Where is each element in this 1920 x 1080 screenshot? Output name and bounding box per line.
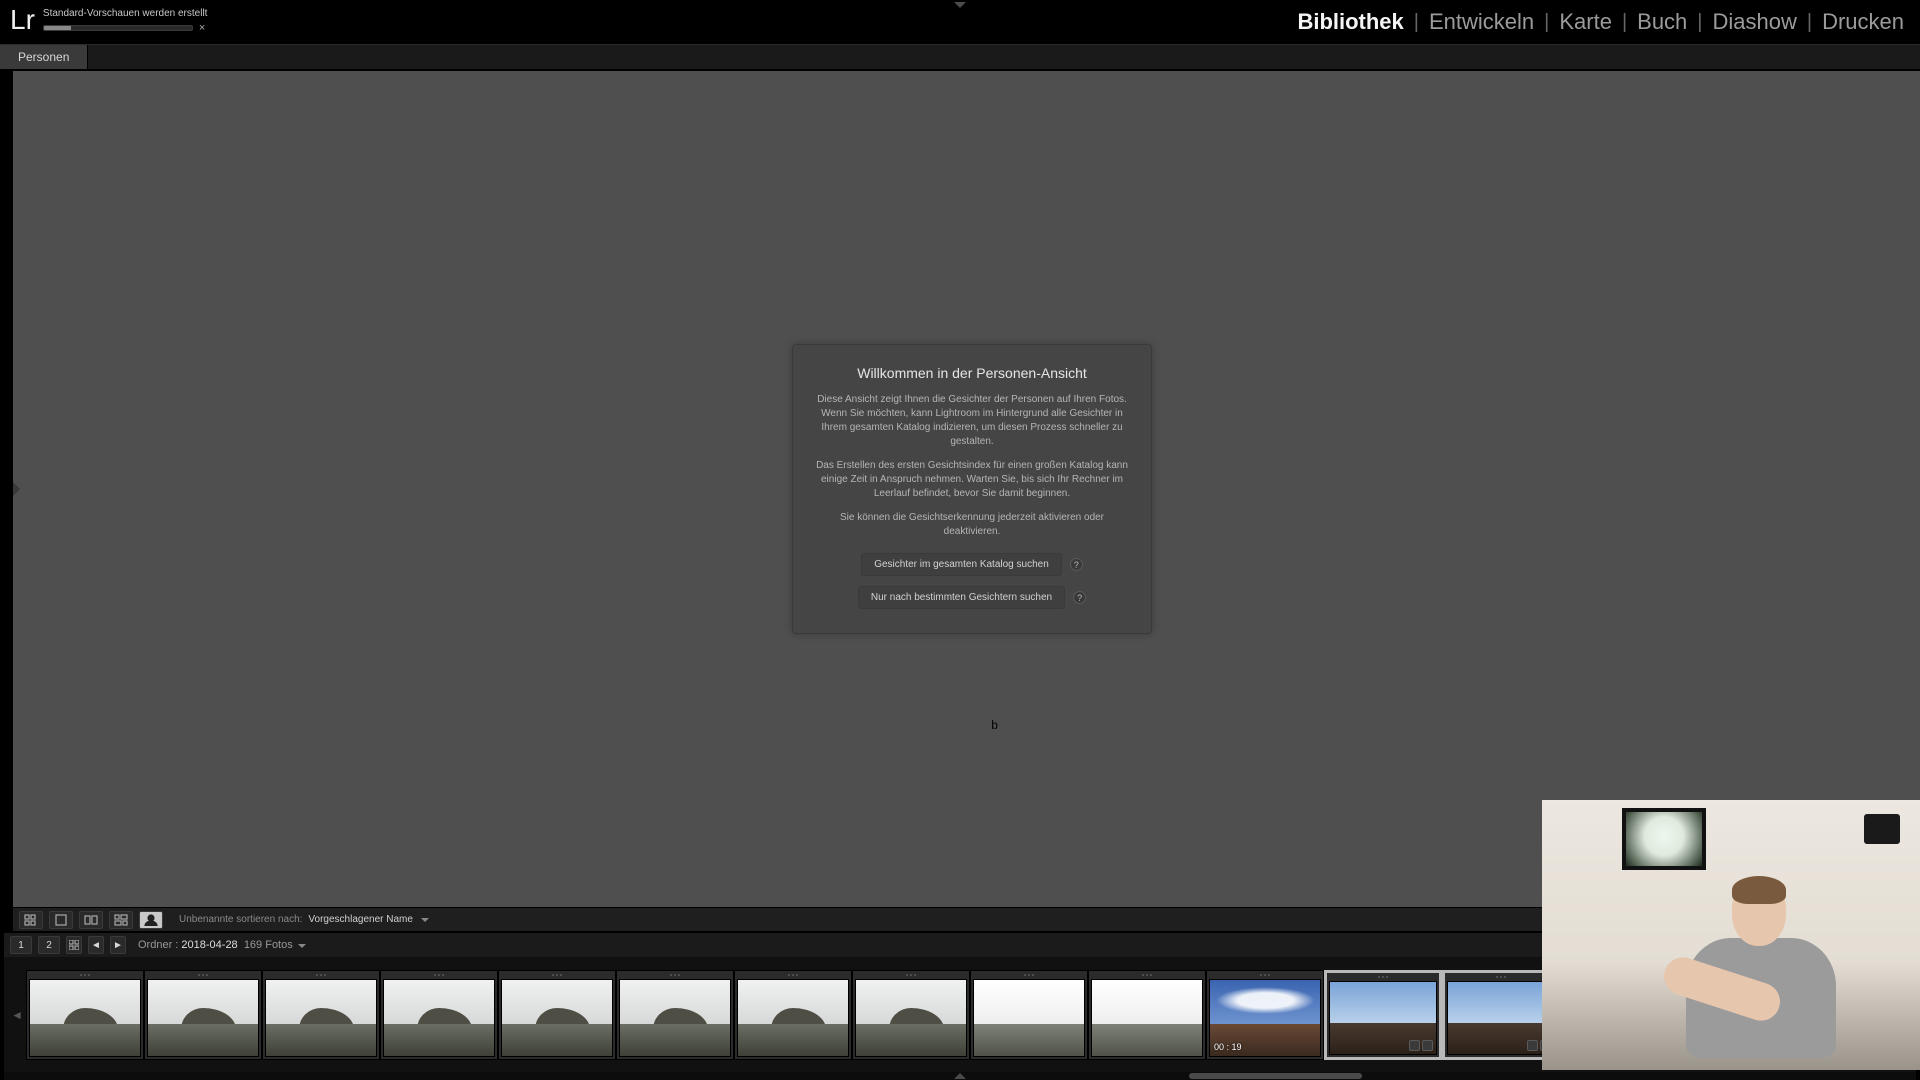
grid-toggle-button[interactable]: [66, 936, 82, 954]
survey-view-button[interactable]: [109, 911, 133, 929]
video-duration: 00 : 19: [1214, 1042, 1242, 1052]
module-entwickeln[interactable]: Entwickeln: [1429, 9, 1534, 35]
people-welcome-panel: Willkommen in der Personen-Ansicht Diese…: [792, 344, 1152, 634]
loupe-view-button[interactable]: [49, 911, 73, 929]
nav-back-button[interactable]: ◄: [88, 936, 104, 954]
filmstrip-thumb[interactable]: [262, 970, 380, 1060]
view-tabs: Personen: [0, 44, 1920, 70]
path-prefix: Ordner :: [138, 939, 181, 951]
filmstrip-thumb[interactable]: [852, 970, 970, 1060]
find-faces-full-catalog-button[interactable]: Gesichter im gesamten Katalog suchen: [861, 553, 1062, 576]
main-canvas: Willkommen in der Personen-Ansicht Diese…: [12, 70, 1920, 908]
grid-view-button[interactable]: [19, 911, 43, 929]
module-bibliothek[interactable]: Bibliothek: [1297, 9, 1403, 35]
filmstrip-thumb[interactable]: [1088, 970, 1206, 1060]
scrollbar-thumb[interactable]: [1189, 1073, 1361, 1079]
panel-grip-bottom[interactable]: [954, 1073, 966, 1079]
welcome-paragraph-3: Sie können die Gesichtserkennung jederze…: [815, 511, 1129, 539]
filmstrip-thumb[interactable]: [498, 970, 616, 1060]
filmstrip-thumb[interactable]: [616, 970, 734, 1060]
filmstrip-source-path[interactable]: Ordner : 2018-04-28 169 Fotos: [138, 939, 306, 951]
progress-block: Standard-Vorschauen werden erstellt ×: [43, 8, 208, 34]
filmstrip-thumb[interactable]: [380, 970, 498, 1060]
tab-personen[interactable]: Personen: [0, 45, 88, 69]
second-monitor-1-button[interactable]: 1: [10, 936, 32, 954]
welcome-paragraph-2: Das Erstellen des ersten Gesichtsindex f…: [815, 459, 1129, 501]
left-panel-toggle[interactable]: [13, 482, 20, 496]
thumb-badge: [1409, 1040, 1420, 1051]
filmstrip-thumb[interactable]: [144, 970, 262, 1060]
filmstrip-thumb[interactable]: [26, 970, 144, 1060]
top-bar: Lr Standard-Vorschauen werden erstellt ×…: [0, 0, 1920, 44]
photo-count: 169 Fotos: [244, 939, 293, 951]
thumb-badge: [1422, 1040, 1433, 1051]
help-icon[interactable]: ?: [1073, 591, 1086, 604]
module-diashow[interactable]: Diashow: [1713, 9, 1797, 35]
welcome-title: Willkommen in der Personen-Ansicht: [815, 365, 1129, 381]
filmstrip-scroll-left[interactable]: ◄: [12, 957, 22, 1072]
path-folder: 2018-04-28: [181, 939, 237, 951]
sort-label: Unbenannte sortieren nach:: [179, 914, 302, 925]
welcome-paragraph-1: Diese Ansicht zeigt Ihnen die Gesichter …: [815, 393, 1129, 449]
progress-label: Standard-Vorschauen werden erstellt: [43, 8, 208, 19]
filmstrip-thumb[interactable]: [734, 970, 852, 1060]
progress-bar: [43, 25, 193, 31]
help-icon[interactable]: ?: [1070, 558, 1083, 571]
chevron-down-icon[interactable]: [298, 944, 306, 948]
panel-grip-top[interactable]: [954, 2, 966, 8]
module-buch[interactable]: Buch: [1637, 9, 1687, 35]
find-faces-selected-button[interactable]: Nur nach bestimmten Gesichtern suchen: [858, 586, 1065, 609]
compare-view-button[interactable]: [79, 911, 103, 929]
module-drucken[interactable]: Drucken: [1822, 9, 1904, 35]
filmstrip-thumb[interactable]: [970, 970, 1088, 1060]
second-monitor-2-button[interactable]: 2: [38, 936, 60, 954]
module-picker: Bibliothek| Entwickeln| Karte| Buch| Dia…: [1281, 0, 1920, 44]
nav-forward-button[interactable]: ►: [110, 936, 126, 954]
people-view-button[interactable]: [139, 911, 163, 929]
thumb-badge: [1527, 1040, 1538, 1051]
app-logo: Lr: [10, 6, 35, 34]
progress-close-button[interactable]: ×: [199, 22, 205, 34]
text-cursor: b: [991, 719, 998, 733]
filmstrip-thumb[interactable]: 00 : 19: [1206, 970, 1324, 1060]
module-karte[interactable]: Karte: [1559, 9, 1612, 35]
webcam-overlay: [1542, 800, 1920, 1070]
sort-value[interactable]: Vorgeschlagener Name: [308, 914, 413, 925]
chevron-down-icon[interactable]: [421, 918, 429, 922]
filmstrip-thumb[interactable]: [1324, 970, 1442, 1060]
